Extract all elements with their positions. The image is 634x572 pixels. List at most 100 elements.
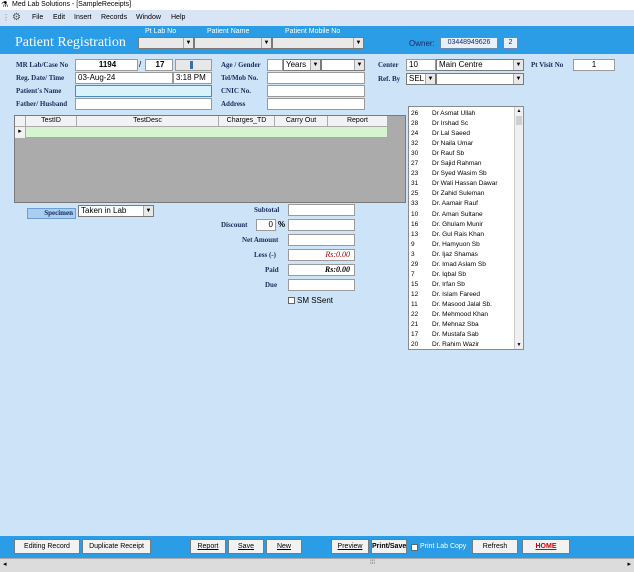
due-input bbox=[288, 279, 355, 291]
patient-name-select[interactable]: ▼ bbox=[194, 37, 272, 49]
discount-amount-input bbox=[288, 219, 355, 231]
menu-records[interactable]: Records bbox=[101, 13, 127, 23]
scroll-down-icon[interactable]: ▼ bbox=[515, 341, 523, 349]
doctor-name: Dr. Gul Rais Khan bbox=[432, 230, 485, 238]
center-code-input[interactable]: 10 bbox=[406, 59, 436, 71]
grip-icon: ⋮ bbox=[2, 13, 10, 22]
doctor-id: 15 bbox=[411, 280, 419, 288]
specimen-select[interactable]: Taken in Lab ▼ bbox=[78, 205, 154, 217]
doctor-id: 26 bbox=[411, 110, 419, 117]
doctor-name: Dr. Rahim Wazir bbox=[432, 341, 480, 349]
scroll-up-icon[interactable]: ▲ bbox=[515, 107, 523, 115]
chevron-down-icon: ▼ bbox=[354, 60, 364, 70]
doctor-list[interactable]: 26 Dr Asmat Ullah 28 Dr Irshad Sc 24 Dr Lal S… bbox=[408, 106, 524, 350]
preview-button[interactable]: Preview bbox=[331, 539, 369, 554]
case-separator: / bbox=[139, 60, 142, 69]
menu-window[interactable]: Window bbox=[136, 13, 161, 23]
horizontal-scrollbar[interactable]: ◂ ⁞⁞⁞ ▸ bbox=[0, 558, 634, 572]
scroll-left-icon[interactable]: ◂ bbox=[3, 560, 7, 568]
paid-input[interactable]: Rs:0.00 bbox=[288, 264, 355, 276]
menu-insert[interactable]: Insert bbox=[74, 13, 92, 23]
chevron-down-icon: ▼ bbox=[143, 206, 153, 216]
home-button[interactable]: HOME bbox=[522, 539, 570, 554]
owner-value: 03448949626 bbox=[440, 37, 498, 49]
center-label: Center bbox=[378, 61, 399, 69]
print-save-button[interactable]: Print/Save bbox=[371, 539, 407, 554]
due-label: Due bbox=[265, 281, 278, 289]
address-label: Address bbox=[221, 100, 246, 108]
reg-date-input[interactable]: 03-Aug-24 bbox=[75, 72, 173, 84]
doctor-name: Dr Wali Hassan Dawar bbox=[432, 180, 498, 188]
age-unit-select[interactable]: Years ▼ bbox=[283, 59, 321, 71]
report-button[interactable]: Report bbox=[190, 539, 226, 554]
scroll-right-icon[interactable]: ▸ bbox=[627, 560, 631, 568]
col-carry-out[interactable]: Carry Out bbox=[275, 116, 328, 127]
doctor-id: 33 bbox=[411, 200, 419, 208]
net-amount-label: Net Amount bbox=[242, 236, 279, 244]
patient-name-input[interactable] bbox=[75, 85, 212, 97]
cnic-input[interactable] bbox=[267, 85, 365, 97]
doctor-name: Dr. Ijaz Shamas bbox=[432, 250, 478, 258]
pt-lab-no-select[interactable]: ▼ bbox=[138, 37, 194, 49]
discount-input[interactable]: 0 bbox=[256, 219, 276, 231]
ref-code-select[interactable]: SEL ▼ bbox=[406, 73, 436, 85]
menu-edit[interactable]: Edit bbox=[53, 13, 65, 23]
col-charges[interactable]: Charges_TD bbox=[219, 116, 275, 127]
doctor-id: 27 bbox=[411, 160, 419, 168]
chevron-down-icon: ▼ bbox=[513, 74, 523, 84]
duplicate-receipt-button[interactable]: Duplicate Receipt bbox=[82, 539, 151, 554]
menu-help[interactable]: Help bbox=[171, 13, 185, 23]
doctor-name: Dr. Masood Jalal Sb. bbox=[432, 300, 492, 308]
reg-time-input[interactable]: 3:18 PM bbox=[173, 72, 212, 84]
print-lab-copy-checkbox[interactable] bbox=[411, 544, 418, 551]
refresh-button[interactable]: Refresh bbox=[472, 539, 518, 554]
discount-label: Discount bbox=[221, 221, 248, 229]
sms-sent-checkbox[interactable] bbox=[288, 297, 295, 304]
menu-file[interactable]: File bbox=[32, 13, 43, 23]
age-input[interactable] bbox=[267, 59, 283, 71]
case-no-input[interactable]: 17 bbox=[145, 59, 173, 71]
table-row[interactable] bbox=[26, 127, 388, 138]
doctor-name: Dr. Ghulam Munir bbox=[432, 220, 483, 228]
save-button[interactable]: Save bbox=[228, 539, 264, 554]
window-title: Med Lab Solutions - [SampleReceipts] bbox=[12, 1, 132, 8]
specimen-label: Specimen bbox=[27, 208, 76, 219]
row-selector-icon[interactable]: ▸ bbox=[15, 127, 26, 138]
address-input[interactable] bbox=[267, 98, 365, 110]
mr-lab-no-input[interactable]: 1194 bbox=[75, 59, 138, 71]
less-input[interactable]: Rs:0.00 bbox=[288, 249, 355, 261]
patient-mobile-select[interactable]: ▼ bbox=[272, 37, 364, 49]
owner-badge: 2 bbox=[503, 37, 518, 49]
col-report[interactable]: Report bbox=[328, 116, 388, 127]
doctor-id: 9 bbox=[411, 240, 415, 248]
doctor-id: 10 bbox=[411, 210, 419, 218]
title-bar: ⚗ Med Lab Solutions - [SampleReceipts] bbox=[0, 0, 634, 10]
test-grid[interactable]: TestID TestDesc Charges_TD Carry Out Rep… bbox=[14, 115, 406, 203]
doctor-name: Dr Syed Wasim Sb bbox=[432, 170, 487, 178]
gender-select[interactable]: ▼ bbox=[321, 59, 365, 71]
doctor-id: 32 bbox=[411, 140, 419, 148]
col-test-id[interactable]: TestID bbox=[26, 116, 77, 127]
ref-by-select[interactable]: ▼ bbox=[436, 73, 524, 85]
editing-record-button[interactable]: Editing Record bbox=[14, 539, 80, 554]
doctor-id: 22 bbox=[411, 311, 419, 318]
age-gender-label: Age / Gender bbox=[221, 61, 261, 69]
doctor-id: 21 bbox=[411, 321, 419, 329]
col-test-desc[interactable]: TestDesc bbox=[77, 116, 219, 127]
app-icon: ⚗ bbox=[1, 0, 9, 9]
ref-by-label: Ref. By bbox=[378, 75, 401, 83]
center-select[interactable]: Main Centre ▼ bbox=[436, 59, 524, 71]
chevron-down-icon: ▼ bbox=[353, 38, 363, 48]
scroll-grip-icon[interactable]: ⁞⁞⁞ bbox=[370, 560, 375, 566]
grid-corner bbox=[15, 116, 26, 127]
doctor-list-scrollbar[interactable]: ▲ ▼ bbox=[514, 107, 523, 349]
scroll-thumb[interactable] bbox=[516, 116, 522, 125]
page-title: Patient Registration bbox=[15, 35, 126, 50]
tel-mob-input[interactable] bbox=[267, 72, 365, 84]
doctor-name: Dr. Irfan Sb bbox=[432, 280, 465, 288]
doctor-name: Dr Asmat Ullah bbox=[432, 110, 476, 117]
doctor-id: 28 bbox=[411, 120, 419, 128]
new-button[interactable]: New bbox=[266, 539, 302, 554]
father-husband-input[interactable] bbox=[75, 98, 212, 110]
app-menu-icon[interactable]: ⚙ bbox=[12, 12, 24, 24]
